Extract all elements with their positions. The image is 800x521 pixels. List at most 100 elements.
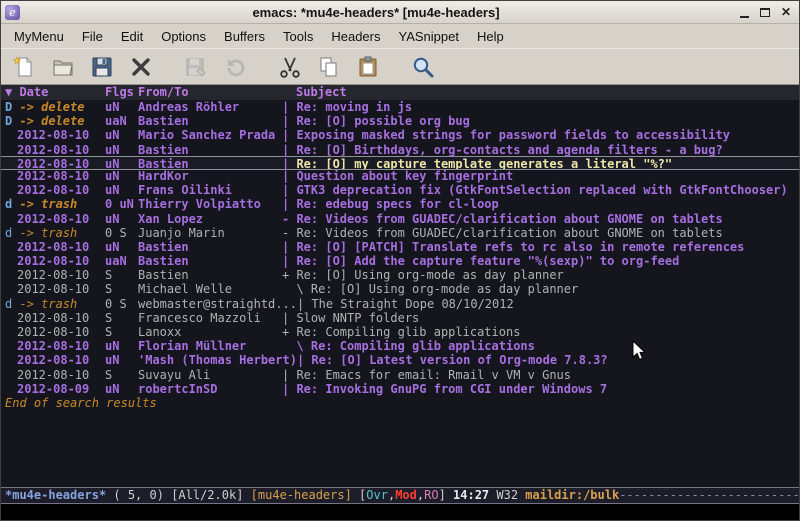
column-header-subject[interactable]: Subject [282, 85, 799, 100]
message-row[interactable]: 2012-08-10uNMario Sanchez Prada| Exposin… [1, 128, 799, 142]
save-button[interactable] [87, 52, 117, 82]
message-row[interactable]: D -> deleteuNAndreas Röhler| Re: moving … [1, 100, 799, 114]
thread-prefix: | [282, 143, 296, 157]
column-header-flags[interactable]: Flgs [105, 85, 138, 100]
maximize-button[interactable] [756, 4, 774, 20]
message-row[interactable]: 2012-08-10uNXan Lopez- Re: Videos from G… [1, 212, 799, 226]
sort-indicator-icon: ▼ [5, 85, 19, 99]
cut-button[interactable] [275, 52, 305, 82]
message-row[interactable]: 2012-08-09uNrobertcInSD| Re: Invoking Gn… [1, 382, 799, 396]
message-row[interactable]: 2012-08-10SMichael Welle \ Re: [O] Using… [1, 282, 799, 296]
date-cell: 2012-08-10 [1, 353, 105, 367]
subject-cell: | Exposing masked strings for password f… [282, 128, 799, 142]
minimize-button[interactable] [735, 4, 753, 20]
menu-edit[interactable]: Edit [112, 26, 152, 47]
flags-cell: uN [105, 169, 138, 183]
copy-button[interactable] [314, 52, 344, 82]
modeline-ro: RO [424, 488, 438, 502]
subject-text: Question about key fingerprint [296, 169, 513, 183]
flags-cell: uaN [105, 114, 138, 128]
echo-area[interactable] [1, 504, 799, 520]
message-row[interactable]: 2012-08-10SSuvayu Ali| Re: Emacs for ema… [1, 368, 799, 382]
subject-text: Re: edebug specs for cl-loop [296, 197, 498, 211]
subject-cell: | Re: moving in js [282, 100, 799, 114]
message-row[interactable]: d -> trash0 uNThierry Volpiatto| Re: ede… [1, 197, 799, 211]
subject-text: Re: moving in js [296, 100, 412, 114]
date-cell: 2012-08-10 [1, 368, 105, 382]
thread-prefix: | [282, 169, 296, 183]
menu-headers[interactable]: Headers [322, 26, 389, 47]
date-cell: 2012-08-10 [1, 254, 105, 268]
subject-cell: | Re: [O] Add the capture feature "%(sex… [282, 254, 799, 268]
message-row[interactable]: 2012-08-10uNBastien| Re: [O] [PATCH] Tra… [1, 240, 799, 254]
undo-icon [223, 55, 247, 79]
subject-cell: | Question about key fingerprint [282, 169, 799, 183]
column-header-date[interactable]: ▼ Date [1, 85, 105, 100]
message-row[interactable]: d -> trash0 Swebmaster@straightd...| The… [1, 297, 799, 311]
message-row[interactable]: 2012-08-10SFrancesco Mazzoli| Slow NNTP … [1, 311, 799, 325]
close-button[interactable] [126, 52, 156, 82]
modeline-minor: [mu4e-headers] [251, 488, 352, 502]
subject-text: Re: [O] Birthdays, org-contacts and agen… [296, 143, 722, 157]
mark-cell: d -> trash [1, 297, 105, 311]
subject-cell: + Re: [O] Using org-mode as day planner [282, 268, 799, 282]
search-button[interactable] [408, 52, 438, 82]
message-row[interactable]: 2012-08-10uNFlorian Müllner \ Re: Compil… [1, 339, 799, 353]
flags-cell: 0 uN [105, 197, 138, 211]
subject-cell: | GTK3 deprecation fix (GtkFontSelection… [282, 183, 799, 197]
menu-buffers[interactable]: Buffers [215, 26, 274, 47]
thread-prefix: | [282, 128, 296, 142]
modeline-mod: Mod [395, 488, 417, 502]
end-of-results: End of search results [1, 396, 799, 410]
message-row[interactable]: d -> trash0 SJuanjo Marin- Re: Videos fr… [1, 226, 799, 240]
thread-prefix: | [282, 157, 296, 169]
menu-help[interactable]: Help [468, 26, 513, 47]
subject-text: Re: [O] Add the capture feature "%(sexp)… [296, 254, 679, 268]
message-row[interactable]: D -> deleteuaNBastien| Re: [O] possible … [1, 114, 799, 128]
flags-cell: 0 S [105, 297, 138, 311]
message-row[interactable]: 2012-08-10uNBastien| Re: [O] Birthdays, … [1, 143, 799, 157]
column-header-from[interactable]: From/To [138, 85, 282, 100]
menu-file[interactable]: File [73, 26, 112, 47]
subject-text: Re: Emacs for email: Rmail v VM v Gnus [296, 368, 571, 382]
thread-prefix: | [282, 368, 296, 382]
message-row[interactable]: 2012-08-10uaNBastien| Re: [O] Add the ca… [1, 254, 799, 268]
thread-prefix: \ [282, 282, 311, 296]
menu-options[interactable]: Options [152, 26, 215, 47]
message-row[interactable]: 2012-08-10SBastien+ Re: [O] Using org-mo… [1, 268, 799, 282]
message-row[interactable]: 2012-08-10uNFrans Oilinki| GTK3 deprecat… [1, 183, 799, 197]
message-list: D -> deleteuNAndreas Röhler| Re: moving … [1, 100, 799, 396]
mark-char: d [5, 226, 12, 240]
message-row[interactable]: 2012-08-10SLanoxx+ Re: Compiling glib ap… [1, 325, 799, 339]
menu-yasnippet[interactable]: YASnippet [389, 26, 467, 47]
from-cell: Bastien [138, 254, 282, 268]
flags-cell: 0 S [105, 226, 138, 240]
from-cell: Francesco Mazzoli [138, 311, 282, 325]
mark-cell: d -> trash [1, 197, 105, 211]
message-row-current[interactable]: 2012-08-10uNBastien| Re: [O] my capture … [1, 156, 799, 170]
menu-mymenu[interactable]: MyMenu [5, 26, 73, 47]
modeline-plain: [All/2.0k] [171, 488, 250, 502]
from-cell: Bastien [138, 157, 282, 169]
subject-cell: | Re: edebug specs for cl-loop [282, 197, 799, 211]
subject-text: GTK3 deprecation fix (GtkFontSelection r… [296, 183, 787, 197]
from-cell: Thierry Volpiatto [138, 197, 282, 211]
subject-text: Re: Compiling glib applications [296, 325, 520, 339]
date-cell: 2012-08-10 [1, 240, 105, 254]
subject-text: Slow NNTP folders [296, 311, 419, 325]
mu4e-headers-buffer: ▼ Date Flgs From/To Subject D -> deleteu… [1, 85, 799, 487]
menu-tools[interactable]: Tools [274, 26, 322, 47]
thread-prefix: | [282, 183, 296, 197]
paste-button[interactable] [353, 52, 383, 82]
message-row[interactable]: 2012-08-10uN'Mash (Thomas Herbert)| Re: … [1, 353, 799, 367]
mark-char: d [5, 197, 12, 211]
new-file-button[interactable] [9, 52, 39, 82]
modeline-plain: [ [352, 488, 366, 502]
subject-text: Re: Videos from GUADEC/clarification abo… [296, 226, 722, 240]
open-file-button[interactable] [48, 52, 78, 82]
mode-line[interactable]: *mu4e-headers* ( 5, 0) [All/2.0k] [mu4e-… [1, 487, 799, 504]
subject-text: Re: Videos from GUADEC/clarification abo… [296, 212, 722, 226]
thread-prefix: | [282, 254, 296, 268]
close-button[interactable]: ✕ [777, 4, 795, 20]
message-row[interactable]: 2012-08-10uNHardKor| Question about key … [1, 169, 799, 183]
